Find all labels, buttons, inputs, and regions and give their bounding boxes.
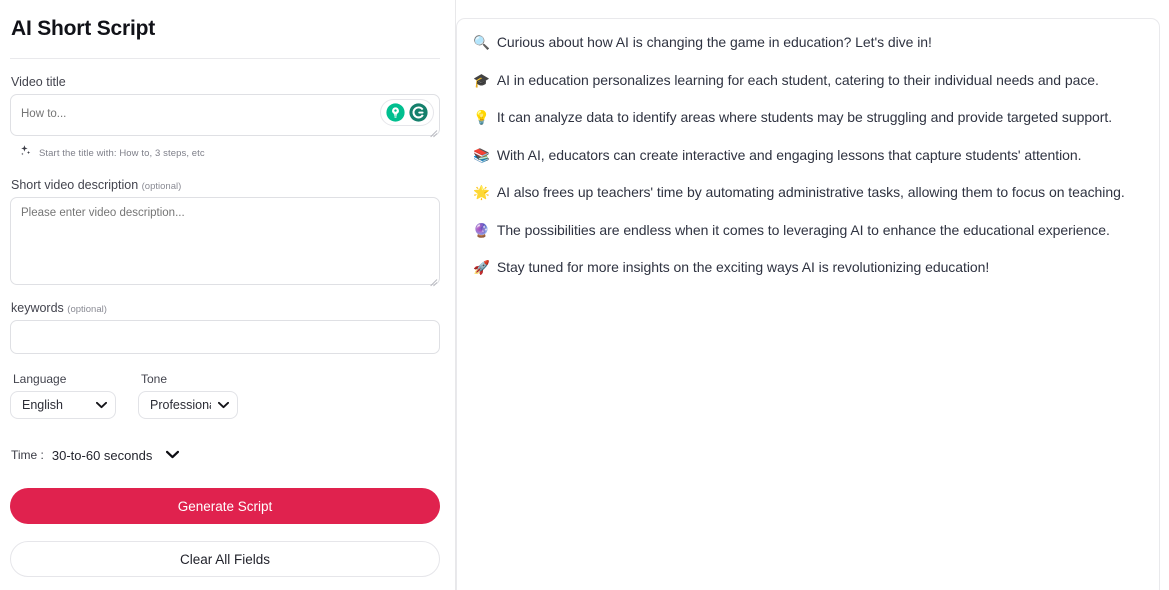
- script-lines-list: 🔍 Curious about how AI is changing the ga…: [473, 33, 1141, 277]
- description-optional-tag: (optional): [141, 181, 182, 192]
- video-title-input[interactable]: [10, 94, 440, 136]
- language-tone-row: Language English Tone Professional: [10, 372, 439, 419]
- video-title-hint-text: Start the title with: How to, 3 steps, e…: [39, 147, 205, 159]
- graduation-cap-icon: 🎓: [473, 72, 490, 88]
- description-label-text: Short video description: [11, 178, 139, 192]
- script-line: 📚 With AI, educators can create interacti…: [473, 146, 1141, 165]
- script-output-panel: 🔍 Curious about how AI is changing the ga…: [456, 0, 1169, 590]
- video-title-label: Video title: [11, 75, 66, 89]
- script-line-text: With AI, educators can create interactiv…: [496, 146, 1082, 163]
- script-line: 💡 It can analyze data to identify areas w…: [473, 108, 1141, 127]
- video-title-field-wrap: [10, 94, 440, 138]
- script-output-card: 🔍 Curious about how AI is changing the ga…: [456, 18, 1160, 590]
- light-bulb-icon: 💡: [473, 110, 490, 125]
- script-form-panel: AI Short Script Video title How to... St…: [0, 0, 456, 590]
- keywords-label: keywords (optional): [11, 301, 439, 315]
- script-line: 🔍 Curious about how AI is changing the ga…: [473, 33, 1141, 52]
- keywords-field-wrap: [10, 320, 440, 354]
- tone-group: Tone Professional: [138, 372, 238, 419]
- video-title-hint: Start the title with: How to, 3 steps, e…: [19, 144, 439, 162]
- language-select[interactable]: English: [10, 391, 116, 419]
- glowing-star-icon: 🌟: [473, 185, 490, 200]
- app-root: AI Short Script Video title How to... St…: [0, 0, 1169, 590]
- description-input[interactable]: [10, 197, 440, 285]
- script-line-text: It can analyze data to identify areas wh…: [496, 109, 1113, 125]
- script-line-text: AI also frees up teachers' time by autom…: [496, 184, 1125, 200]
- grammarly-g-icon[interactable]: [409, 103, 428, 122]
- time-select[interactable]: 30-to-60 seconds: [51, 446, 180, 464]
- script-line-text: Stay tuned for more insights on the exci…: [496, 259, 990, 275]
- title-divider: [10, 58, 440, 59]
- description-field-wrap: [10, 197, 440, 287]
- rocket-icon: 🚀: [473, 260, 490, 275]
- tone-label: Tone: [141, 372, 168, 386]
- description-label: Short video description (optional): [11, 178, 439, 192]
- generate-script-button[interactable]: Generate Script: [10, 488, 440, 524]
- time-row: Time : 30-to-60 seconds: [11, 446, 439, 464]
- keywords-optional-tag: (optional): [67, 304, 107, 315]
- clear-all-fields-button[interactable]: Clear All Fields: [10, 541, 440, 577]
- crystal-ball-icon: 🔮: [473, 222, 490, 238]
- idea-lightbulb-icon[interactable]: [386, 103, 405, 122]
- magnifying-glass-icon: 🔍: [473, 35, 490, 50]
- books-icon: 📚: [473, 147, 490, 163]
- script-line: 🌟 AI also frees up teachers' time by auto…: [473, 183, 1141, 202]
- language-label: Language: [13, 372, 67, 386]
- script-line-text: Curious about how AI is changing the gam…: [496, 34, 932, 50]
- time-value: 30-to-60 seconds: [51, 447, 153, 463]
- sparkles-icon: [19, 144, 32, 162]
- keywords-label-text: keywords: [11, 301, 64, 315]
- chevron-down-icon: [166, 446, 180, 464]
- time-label: Time :: [11, 448, 44, 462]
- keywords-input[interactable]: [10, 320, 440, 354]
- page-title: AI Short Script: [11, 17, 156, 40]
- script-line: 🎓 AI in education personalizes learning f…: [473, 71, 1141, 90]
- script-line-text: The possibilities are endless when it co…: [496, 221, 1110, 238]
- language-group: Language English: [10, 372, 116, 419]
- script-line: 🚀 Stay tuned for more insights on the exc…: [473, 258, 1141, 277]
- script-line: 🔮 The possibilities are endless when it c…: [473, 221, 1141, 240]
- tone-select[interactable]: Professional: [138, 391, 238, 419]
- tone-select-wrap[interactable]: Professional: [138, 391, 238, 419]
- video-title-assist-icons: [380, 99, 434, 126]
- language-select-wrap[interactable]: English: [10, 391, 116, 419]
- script-line-text: AI in education personalizes learning fo…: [496, 71, 1099, 88]
